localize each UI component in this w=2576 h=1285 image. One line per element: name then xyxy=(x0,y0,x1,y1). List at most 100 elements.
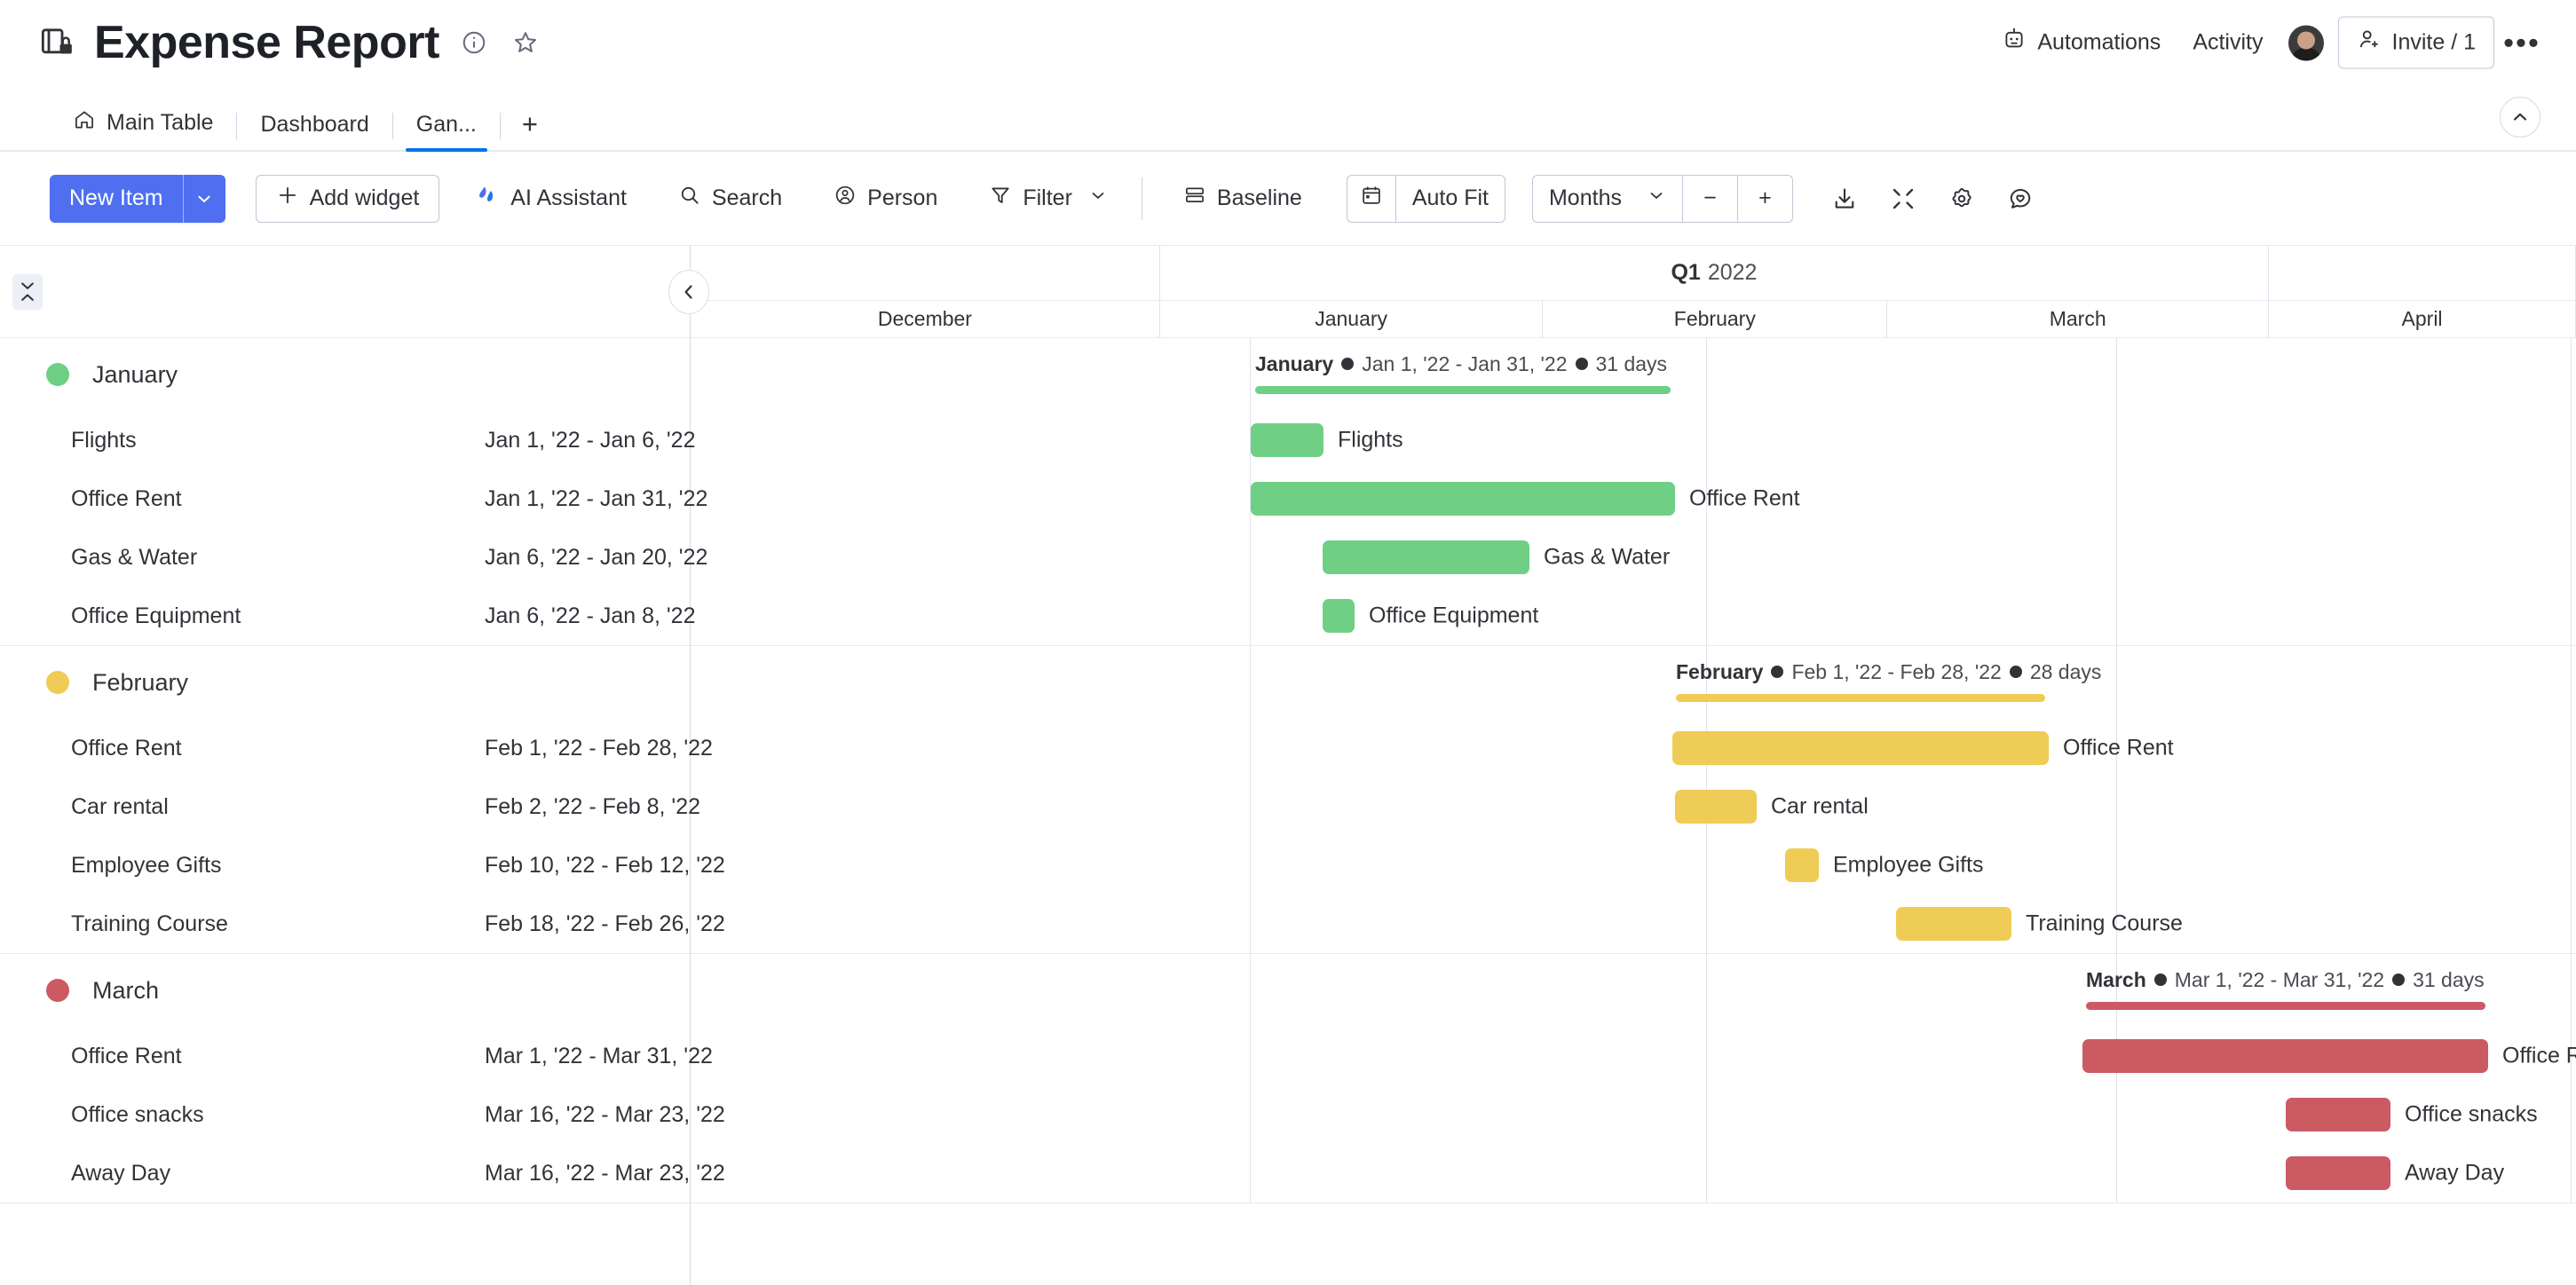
group-summary-bar[interactable] xyxy=(2086,1002,2485,1010)
gantt-bar[interactable] xyxy=(1675,790,1757,824)
timeline-row: Office Rent xyxy=(691,719,2576,777)
quarter-spacer xyxy=(2269,246,2576,300)
list-item[interactable]: Training CourseFeb 18, '22 - Feb 26, '22 xyxy=(0,895,690,953)
item-date-range: Jan 6, '22 - Jan 20, '22 xyxy=(485,545,707,571)
add-widget-label: Add widget xyxy=(310,185,420,211)
list-item[interactable]: Office RentMar 1, '22 - Mar 31, '22 xyxy=(0,1027,690,1085)
tab-gantt[interactable]: Gan... xyxy=(397,112,496,150)
bullet-separator-icon xyxy=(2010,666,2022,678)
list-item[interactable]: Office EquipmentJan 6, '22 - Jan 8, '22 xyxy=(0,587,690,645)
zoom-unit-select[interactable]: Months xyxy=(1533,176,1682,222)
baseline-button[interactable]: Baseline xyxy=(1169,175,1316,223)
gantt-bar[interactable] xyxy=(2286,1156,2390,1190)
more-options-button[interactable]: ••• xyxy=(2501,22,2542,63)
collapse-icon[interactable] xyxy=(1878,175,1928,223)
gantt-bar[interactable] xyxy=(1323,599,1355,633)
tab-main-table[interactable]: Main Table xyxy=(53,108,233,150)
item-date-range: Jan 1, '22 - Jan 31, '22 xyxy=(485,486,707,512)
group-summary-bar[interactable] xyxy=(1255,386,1671,394)
bullet-separator-icon xyxy=(1576,358,1588,370)
sidebar-group-february: FebruaryOffice RentFeb 1, '22 - Feb 28, … xyxy=(0,646,690,954)
tab-label: Dashboard xyxy=(260,112,368,138)
list-item[interactable]: Away DayMar 16, '22 - Mar 23, '22 xyxy=(0,1144,690,1202)
zoom-out-button[interactable]: − xyxy=(1682,176,1737,222)
filter-button[interactable]: Filter xyxy=(975,175,1122,223)
search-button[interactable]: Search xyxy=(664,175,796,223)
ai-assistant-label: AI Assistant xyxy=(510,185,627,211)
auto-fit-button[interactable]: Auto Fit xyxy=(1395,176,1505,222)
add-view-button[interactable]: + xyxy=(504,110,556,150)
tab-label: Gan... xyxy=(416,112,477,138)
month-label-april: April xyxy=(2269,301,2576,337)
list-item[interactable]: Gas & WaterJan 6, '22 - Jan 20, '22 xyxy=(0,528,690,587)
settings-gear-icon[interactable] xyxy=(1937,175,1987,223)
bullet-separator-icon xyxy=(2392,974,2405,986)
chevron-down-icon[interactable] xyxy=(183,175,225,223)
month-label-february: February xyxy=(1543,301,1887,337)
item-name: Employee Gifts xyxy=(71,853,222,879)
group-summary: JanuaryJan 1, '22 - Jan 31, '2231 days xyxy=(1255,352,1667,376)
tab-dashboard[interactable]: Dashboard xyxy=(241,112,388,150)
tab-divider xyxy=(500,113,501,139)
gantt-bar[interactable] xyxy=(1672,731,2049,765)
gantt-bar[interactable] xyxy=(1896,907,2011,941)
group-header[interactable]: March xyxy=(0,954,690,1027)
timeline-group-row: MarchMar 1, '22 - Mar 31, '2231 days xyxy=(691,954,2576,1027)
zoom-in-button[interactable]: + xyxy=(1737,176,1792,222)
list-item[interactable]: Employee GiftsFeb 10, '22 - Feb 12, '22 xyxy=(0,836,690,895)
list-item[interactable]: Car rentalFeb 2, '22 - Feb 8, '22 xyxy=(0,777,690,836)
avatar[interactable] xyxy=(2288,25,2324,60)
list-item[interactable]: Office snacksMar 16, '22 - Mar 23, '22 xyxy=(0,1085,690,1144)
group-summary-range: Feb 1, '22 - Feb 28, '22 xyxy=(1791,660,2001,683)
list-item[interactable]: FlightsJan 1, '22 - Jan 6, '22 xyxy=(0,411,690,469)
invite-button[interactable]: Invite / 1 xyxy=(2338,17,2495,69)
month-label-march: March xyxy=(1887,301,2269,337)
group-header[interactable]: February xyxy=(0,646,690,719)
chevron-down-icon xyxy=(1647,185,1666,211)
item-name: Gas & Water xyxy=(71,545,197,571)
gantt-bar[interactable] xyxy=(1785,848,1819,882)
calendar-icon-button[interactable] xyxy=(1347,176,1395,222)
download-icon[interactable] xyxy=(1820,175,1869,223)
ai-assistant-button[interactable]: AI Assistant xyxy=(462,175,641,223)
bullet-separator-icon xyxy=(1771,666,1783,678)
invite-label: Invite / 1 xyxy=(2392,30,2477,56)
view-tabs: Main Table Dashboard Gan... + xyxy=(0,85,2576,152)
gantt-bar[interactable] xyxy=(1251,482,1675,516)
group-summary-bar[interactable] xyxy=(1676,694,2045,702)
person-plus-icon xyxy=(2357,28,2382,59)
collapse-all-icon[interactable] xyxy=(12,274,43,310)
chevron-down-icon[interactable] xyxy=(1088,185,1108,211)
info-icon[interactable] xyxy=(457,26,491,59)
group-header[interactable]: January xyxy=(0,338,690,411)
group-summary-range: Jan 1, '22 - Jan 31, '22 xyxy=(1362,352,1567,375)
item-date-range: Jan 1, '22 - Jan 6, '22 xyxy=(485,428,695,453)
timeline-row: Gas & Water xyxy=(691,528,2576,587)
chevron-left-icon[interactable] xyxy=(668,270,709,314)
item-name: Training Course xyxy=(71,911,228,937)
person-button[interactable]: Person xyxy=(819,175,952,223)
gantt-bar[interactable] xyxy=(1323,540,1529,574)
list-item[interactable]: Office RentFeb 1, '22 - Feb 28, '22 xyxy=(0,719,690,777)
new-item-button[interactable]: New Item xyxy=(50,175,225,223)
group-color-dot xyxy=(46,671,69,694)
automations-button[interactable]: Automations xyxy=(1989,19,2173,67)
filter-icon xyxy=(989,184,1012,213)
gantt-bar-label: Office snacks xyxy=(2405,1102,2538,1128)
gantt-bar-label: Office Rent xyxy=(2063,736,2174,761)
star-icon[interactable] xyxy=(509,26,542,59)
auto-fit-group: Auto Fit xyxy=(1347,175,1505,223)
sidebar-group-march: MarchOffice RentMar 1, '22 - Mar 31, '22… xyxy=(0,954,690,1203)
activity-button[interactable]: Activity xyxy=(2180,21,2275,65)
item-date-range: Mar 16, '22 - Mar 23, '22 xyxy=(485,1161,725,1186)
automations-label: Automations xyxy=(2037,30,2161,56)
gantt-bar[interactable] xyxy=(2286,1098,2390,1131)
gantt-bar[interactable] xyxy=(2082,1039,2488,1073)
gantt-bar[interactable] xyxy=(1251,423,1324,457)
chevron-up-icon[interactable] xyxy=(2500,97,2540,138)
list-item[interactable]: Office RentJan 1, '22 - Jan 31, '22 xyxy=(0,469,690,528)
timeline-row: Office snacks xyxy=(691,1085,2576,1144)
item-date-range: Feb 2, '22 - Feb 8, '22 xyxy=(485,794,700,820)
feedback-icon[interactable] xyxy=(1995,175,2045,223)
add-widget-button[interactable]: Add widget xyxy=(256,175,440,223)
